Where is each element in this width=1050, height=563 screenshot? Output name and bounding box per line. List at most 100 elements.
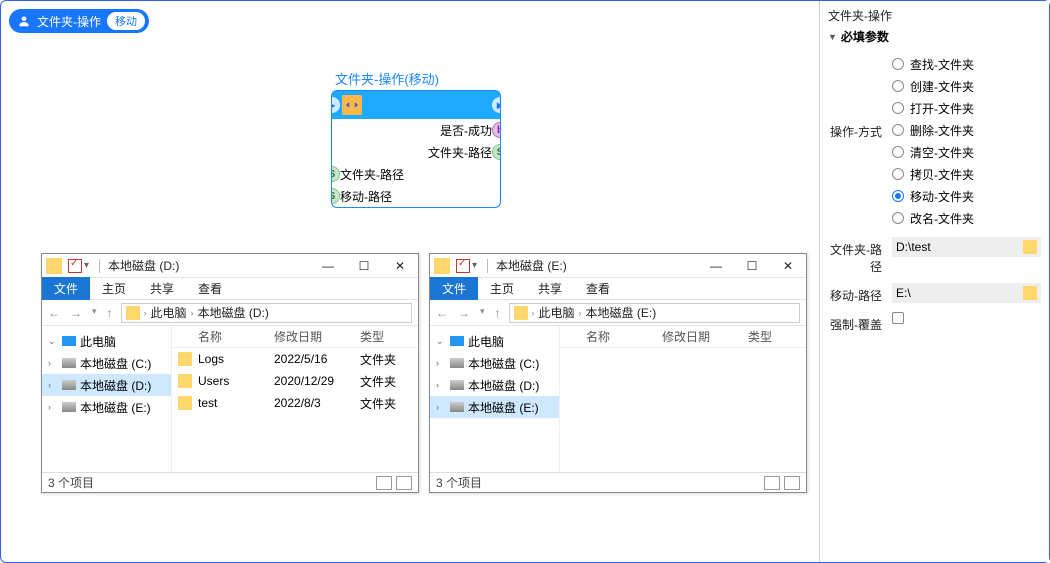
drive-icon: [450, 380, 464, 390]
file-menu[interactable]: 文件: [42, 277, 90, 300]
tree-item[interactable]: ›本地磁盘 (C:): [42, 352, 171, 374]
input-label: 文件夹-路径: [340, 166, 404, 183]
file-date: 2022/5/16: [274, 352, 360, 366]
caret-icon: ›: [436, 380, 446, 390]
operation-radio-item[interactable]: 改名-文件夹: [892, 207, 1041, 229]
file-row[interactable]: Users2020/12/29文件夹: [172, 370, 418, 392]
maximize-button[interactable]: ☐: [346, 254, 382, 278]
caret-icon: ›: [48, 380, 58, 390]
tree-item[interactable]: ›本地磁盘 (C:): [430, 352, 559, 374]
explorer-window-e[interactable]: ▾ 本地磁盘 (E:) — ☐ ✕ 文件主页共享查看 ← → ▾ ↑ ›此电脑›…: [429, 253, 807, 493]
column-headers[interactable]: 名称 修改日期 类型: [172, 326, 418, 348]
operation-radio-item[interactable]: 创建-文件夹: [892, 75, 1041, 97]
quick-access-icon[interactable]: [456, 259, 470, 273]
section-label: 必填参数: [841, 28, 889, 45]
explorer-window-d[interactable]: ▾ 本地磁盘 (D:) — ☐ ✕ 文件主页共享查看 ← → ▾ ↑ ›此电脑›…: [41, 253, 419, 493]
tree-label: 本地磁盘 (D:): [80, 377, 151, 394]
maximize-button[interactable]: ☐: [734, 254, 770, 278]
col-date[interactable]: 修改日期: [656, 328, 742, 345]
tree-item[interactable]: › 本地磁盘 (D:): [42, 374, 171, 396]
ribbon-tab[interactable]: 主页: [478, 277, 526, 300]
tree-label: 本地磁盘 (E:): [80, 399, 151, 416]
ribbon-tab[interactable]: 共享: [138, 277, 186, 300]
breadcrumb-item[interactable]: 此电脑: [151, 304, 187, 321]
tree-item[interactable]: ⌄此电脑: [430, 330, 559, 352]
col-type[interactable]: 类型: [742, 328, 792, 345]
node-title: 文件夹-操作(移动): [331, 69, 501, 88]
forward-button[interactable]: →: [70, 306, 82, 320]
col-type[interactable]: 类型: [354, 328, 404, 345]
tree-label: 本地磁盘 (D:): [468, 377, 539, 394]
close-button[interactable]: ✕: [382, 254, 418, 278]
tree-item[interactable]: ›本地磁盘 (E:): [42, 396, 171, 418]
tree-label: 此电脑: [468, 333, 504, 350]
canvas[interactable]: 文件夹-操作 移动 文件夹-操作(移动) ▸ ▸ 是否-成功 b 文件: [1, 1, 819, 562]
col-name[interactable]: 名称: [192, 328, 268, 345]
output-port-bool[interactable]: b: [492, 122, 501, 138]
operation-radio-item[interactable]: 清空-文件夹: [892, 141, 1041, 163]
exec-in-port[interactable]: ▸: [331, 97, 340, 113]
file-row[interactable]: test2022/8/3文件夹: [172, 392, 418, 414]
param-label-force: 强制-覆盖: [828, 312, 892, 333]
operation-radio-item[interactable]: 删除-文件夹: [892, 119, 1041, 141]
tree-item[interactable]: ⌄此电脑: [42, 330, 171, 352]
node-input-row: S 移动-路径: [332, 185, 500, 207]
minimize-button[interactable]: —: [310, 254, 346, 278]
node-block[interactable]: 文件夹-操作(移动) ▸ ▸ 是否-成功 b 文件夹-路径 S: [331, 69, 501, 208]
folder-icon[interactable]: [1023, 240, 1037, 254]
input-port-string[interactable]: S: [331, 188, 340, 204]
quick-access-icon[interactable]: [68, 259, 82, 273]
history-dropdown[interactable]: ▾: [480, 306, 485, 320]
ribbon-tab[interactable]: 查看: [574, 277, 622, 300]
radio-label: 拷贝-文件夹: [910, 166, 974, 183]
operation-radio-item[interactable]: 拷贝-文件夹: [892, 163, 1041, 185]
dropdown-icon[interactable]: ▾: [84, 260, 89, 271]
file-date: 2020/12/29: [274, 374, 360, 388]
exec-out-port[interactable]: ▸: [492, 97, 501, 113]
tree-item[interactable]: › 本地磁盘 (D:): [430, 374, 559, 396]
computer-icon: [62, 336, 76, 346]
titlebar: ▾ 本地磁盘 (D:) — ☐ ✕: [42, 254, 418, 278]
history-dropdown[interactable]: ▾: [92, 306, 97, 320]
up-button[interactable]: ↑: [107, 306, 113, 320]
breadcrumb-item[interactable]: 本地磁盘 (E:): [586, 304, 657, 321]
back-button[interactable]: ←: [436, 306, 448, 320]
breadcrumb-item[interactable]: 本地磁盘 (D:): [198, 304, 269, 321]
col-name[interactable]: 名称: [580, 328, 656, 345]
back-button[interactable]: ←: [48, 306, 60, 320]
ribbon-tab[interactable]: 查看: [186, 277, 234, 300]
view-details-icon[interactable]: [376, 476, 392, 490]
breadcrumb-item[interactable]: 此电脑: [539, 304, 575, 321]
panel-section-header[interactable]: ▼ 必填参数: [828, 28, 1041, 45]
operation-radio-item[interactable]: 打开-文件夹: [892, 97, 1041, 119]
ribbon-tab[interactable]: 主页: [90, 277, 138, 300]
tree-label: 本地磁盘 (C:): [80, 355, 151, 372]
col-date[interactable]: 修改日期: [268, 328, 354, 345]
tree-item[interactable]: ›本地磁盘 (E:): [430, 396, 559, 418]
ribbon-tab[interactable]: 共享: [526, 277, 574, 300]
input-port-string[interactable]: S: [331, 166, 340, 182]
breadcrumb-path[interactable]: ›此电脑›本地磁盘 (E:): [509, 303, 800, 323]
operation-radio-item[interactable]: 移动-文件夹: [892, 185, 1041, 207]
folder-icon[interactable]: [1023, 286, 1037, 300]
node-output-row: 是否-成功 b: [332, 119, 500, 141]
up-button[interactable]: ↑: [495, 306, 501, 320]
view-details-icon[interactable]: [764, 476, 780, 490]
folder-path-input[interactable]: D:\test: [892, 237, 1041, 257]
forward-button[interactable]: →: [458, 306, 470, 320]
view-tiles-icon[interactable]: [396, 476, 412, 490]
minimize-button[interactable]: —: [698, 254, 734, 278]
view-tiles-icon[interactable]: [784, 476, 800, 490]
file-menu[interactable]: 文件: [430, 277, 478, 300]
operation-radio-item[interactable]: 查找-文件夹: [892, 53, 1041, 75]
move-path-input[interactable]: E:\: [892, 283, 1041, 303]
close-button[interactable]: ✕: [770, 254, 806, 278]
file-row[interactable]: Logs2022/5/16文件夹: [172, 348, 418, 370]
force-overwrite-checkbox[interactable]: [892, 312, 904, 324]
breadcrumb-path[interactable]: ›此电脑›本地磁盘 (D:): [121, 303, 412, 323]
dropdown-icon[interactable]: ▾: [472, 260, 477, 271]
folder-icon: [46, 258, 62, 274]
column-headers[interactable]: 名称 修改日期 类型: [560, 326, 806, 348]
radio-label: 查找-文件夹: [910, 56, 974, 73]
output-port-string[interactable]: S: [492, 144, 501, 160]
